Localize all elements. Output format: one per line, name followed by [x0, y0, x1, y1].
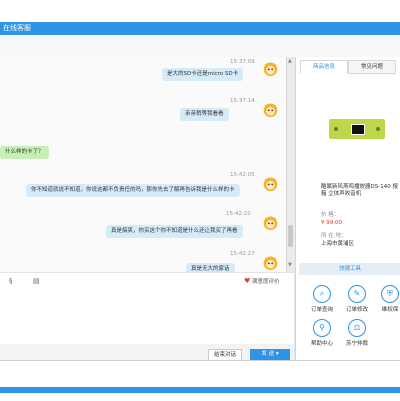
message-timestamp: 15:42:22: [226, 211, 251, 217]
service-avatar-icon: [263, 216, 278, 231]
service-avatar-icon: [263, 177, 278, 192]
product-image[interactable]: [329, 119, 385, 139]
chat-scrollbar[interactable]: ▲ ▼: [286, 57, 295, 272]
message-timestamp: 15:42:27: [230, 251, 255, 257]
window-footer: [0, 360, 400, 401]
product-name-line: 箱 立体声收音机: [321, 191, 362, 197]
scroll-down-icon[interactable]: ▼: [288, 262, 292, 268]
search-icon: ⌕: [313, 285, 331, 303]
service-avatar-icon: [263, 103, 278, 118]
send-button[interactable]: 发 送 ▾: [250, 349, 290, 360]
tab-faq[interactable]: 常见问题: [348, 60, 396, 74]
tool-order-query[interactable]: ⌕ 订单查询: [305, 285, 339, 313]
tool-label: 维权保: [381, 307, 399, 313]
tool-help-center[interactable]: ⚲ 帮助中心: [305, 319, 339, 347]
scroll-up-icon[interactable]: ▲: [288, 58, 292, 64]
location-label: 所 在 地：: [321, 233, 347, 239]
message-bubble: 你不知道就说不知道，你说这都不负责任的吗，那你先去了解再告诉我是什么样的卡: [26, 184, 240, 197]
quick-tools-header: 快捷工具: [299, 263, 400, 275]
message-bubble: 真是搞笑，你买这个你不知道是什么还让我买了再看: [106, 225, 243, 238]
message-bubble: 是大的SD卡还是micro SD卡: [162, 68, 244, 81]
message-timestamp: 15:42:05: [230, 172, 255, 178]
title-strip: [0, 22, 400, 35]
pencil-icon: ✎: [348, 285, 366, 303]
window-title: 在线客服: [3, 24, 31, 32]
product-image-detail: [351, 124, 365, 135]
message-input[interactable]: [0, 289, 294, 344]
input-toolbar: § ▤ ♥ 满意度评价: [0, 272, 294, 290]
tool-label: 订单修改: [345, 307, 368, 313]
message-bubble: 真是无大的家话: [186, 263, 235, 272]
message-timestamp: 15:37:14: [230, 98, 255, 104]
info-sidebar: 商品信息 常见问题 酷属新风燕鸣播放器DS-140 报 箱 立体声收音机 价 格…: [295, 57, 400, 360]
product-location: 上海市黄浦区: [321, 241, 355, 247]
tool-arbitration[interactable]: ⚖ 苏宁仲裁: [340, 319, 374, 347]
service-avatar-icon: [263, 62, 278, 77]
tool-label: 苏宁仲裁: [345, 341, 368, 347]
product-price: ¥ 99.00: [321, 220, 342, 226]
product-image-detail: [376, 127, 380, 131]
message-bubble: 亲亲稍等我看看: [180, 108, 229, 121]
header-area: [0, 35, 400, 58]
screenshot-icon[interactable]: §: [9, 277, 13, 285]
rate-label: 满意度评价: [252, 279, 280, 285]
message-timestamp: 15:37:09: [230, 59, 255, 65]
tool-rights[interactable]: ⛨ 维权保: [373, 285, 400, 313]
rate-service-link[interactable]: ♥ 满意度评价: [244, 277, 280, 285]
scales-icon: ⚖: [348, 319, 366, 337]
window-titlebar: 在线客服: [0, 0, 400, 58]
heart-icon: ♥: [244, 277, 251, 285]
price-label: 价 格：: [321, 212, 340, 218]
tool-label: 订单查询: [310, 307, 333, 313]
history-icon[interactable]: ▤: [33, 277, 40, 285]
pin-icon: ⚲: [313, 319, 331, 337]
product-image-detail: [334, 127, 338, 131]
service-avatar-icon: [263, 256, 278, 271]
message-bubble-customer: 什么样的卡了？: [0, 146, 49, 159]
shield-icon: ⛨: [381, 285, 399, 303]
chat-history[interactable]: 15:37:09 是大的SD卡还是micro SD卡 15:37:14 亲亲稍等…: [0, 57, 287, 272]
scrollbar-thumb[interactable]: [288, 225, 293, 247]
product-name-line: 酷属新风燕鸣播放器DS-140 报: [321, 184, 398, 190]
product-name[interactable]: 酷属新风燕鸣播放器DS-140 报 箱 立体声收音机: [321, 184, 398, 198]
tool-label: 帮助中心: [310, 341, 333, 347]
tab-product-info[interactable]: 商品信息: [300, 60, 348, 74]
footer-bar: [0, 387, 400, 393]
tool-order-modify[interactable]: ✎ 订单修改: [340, 285, 374, 313]
